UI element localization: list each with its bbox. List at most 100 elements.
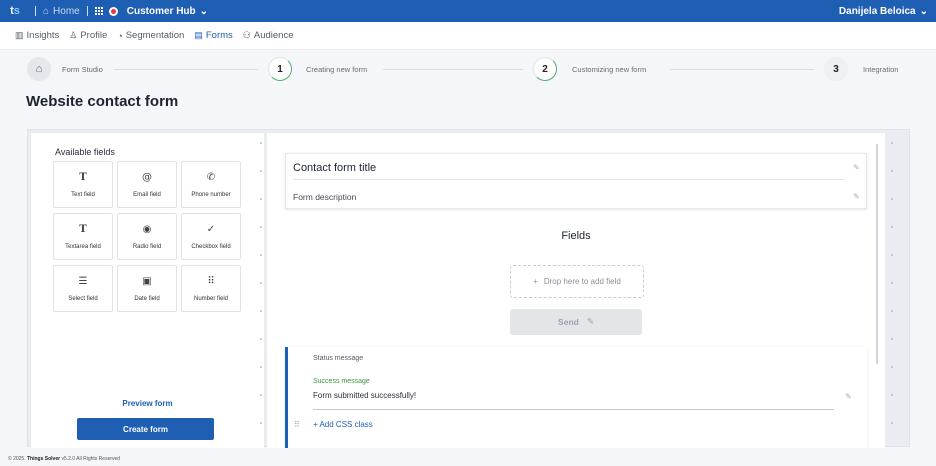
- form-canvas: Contact form title ✎ Form description ✎ …: [267, 133, 885, 448]
- textarea-field-option[interactable]: T Textarea field: [53, 213, 113, 260]
- footer-brand: Things Solver: [26, 456, 61, 462]
- nav-profile[interactable]: ♙ Profile: [69, 30, 107, 41]
- status-message-card: Status message Success message Form subm…: [285, 347, 867, 448]
- step-line: [383, 69, 523, 70]
- resize-handle[interactable]: [888, 130, 896, 445]
- user-menu[interactable]: Danijela Beloica ⌄: [839, 6, 928, 17]
- edit-icon[interactable]: ✎: [845, 392, 852, 401]
- app-logo[interactable]: ts: [8, 4, 22, 18]
- available-fields-title: Available fields: [55, 147, 115, 157]
- divider: [293, 179, 844, 180]
- nav-audience[interactable]: ⚇ Audience: [243, 30, 294, 41]
- field-option-label: Text field: [71, 192, 95, 198]
- edit-icon[interactable]: ✎: [853, 163, 860, 172]
- field-option-label: Checkbox field: [191, 244, 231, 250]
- bar-chart-icon: ▥: [15, 30, 24, 40]
- step-home-label: Form Studio: [62, 65, 103, 74]
- apps-grid-icon[interactable]: [94, 7, 103, 15]
- edit-icon[interactable]: ✎: [587, 317, 594, 327]
- clipboard-icon: ▤: [194, 30, 203, 40]
- add-css-class-link[interactable]: + Add CSS class: [313, 420, 373, 429]
- app-name: Customer Hub: [126, 5, 196, 17]
- field-option-label: Phone number: [191, 192, 231, 198]
- field-option-label: Number field: [193, 296, 228, 302]
- step-line: [670, 69, 814, 70]
- list-icon: ☰: [78, 276, 88, 287]
- send-label: Send: [558, 317, 579, 327]
- nav-label: Segmentation: [125, 30, 185, 41]
- checkbox-field-option[interactable]: ✓ Checkbox field: [181, 213, 241, 260]
- person-icon: ♙: [69, 30, 78, 40]
- calendar-icon: ▣: [142, 276, 152, 287]
- nav-label: Insights: [26, 30, 60, 41]
- divider: [35, 6, 36, 16]
- resize-handle[interactable]: [257, 130, 265, 445]
- app-switcher[interactable]: Customer Hub ⌄: [108, 5, 209, 17]
- success-message-label: Success message: [313, 378, 370, 385]
- textarea-icon: T: [79, 224, 87, 235]
- select-field-option[interactable]: ☰ Select field: [53, 265, 113, 312]
- footer: © 2025. Things Solver v5.2.0 All Rights …: [8, 456, 120, 462]
- divider: [86, 6, 88, 16]
- preview-form-link[interactable]: Preview form: [31, 399, 264, 408]
- nav-label: Profile: [80, 30, 108, 41]
- send-button[interactable]: Send ✎: [510, 309, 642, 335]
- text-field-option[interactable]: T Text field: [53, 161, 113, 208]
- step-3-circle: 3: [824, 57, 848, 81]
- drop-zone-label: Drop here to add field: [543, 277, 621, 286]
- pie-icon: ◔: [117, 30, 123, 41]
- form-header-card: Contact form title ✎ Form description ✎: [285, 153, 867, 209]
- step-1-label: Creating new form: [306, 65, 368, 74]
- chevron-down-icon: ⌄: [199, 5, 209, 17]
- scrollbar[interactable]: [876, 144, 878, 364]
- home-label: Home: [53, 5, 80, 17]
- plus-icon: +: [533, 277, 538, 286]
- keypad-icon: ⠿: [207, 276, 215, 287]
- fields-heading: Fields: [561, 230, 591, 242]
- at-icon: @: [142, 172, 152, 183]
- check-circle-icon: ✓: [206, 224, 216, 235]
- home-icon[interactable]: ⌂: [27, 57, 51, 81]
- field-option-label: Date field: [134, 296, 160, 302]
- field-option-label: Select field: [68, 296, 98, 302]
- status-message-label: Status message: [313, 355, 364, 362]
- drag-handle-icon[interactable]: ⠿: [294, 420, 300, 429]
- field-option-label: Textarea field: [65, 244, 101, 250]
- radio-icon: ◉: [142, 224, 152, 235]
- success-message-text[interactable]: Form submitted successfully!: [313, 391, 416, 400]
- text-icon: T: [79, 172, 87, 183]
- home-icon: ⌂: [43, 5, 50, 17]
- form-title[interactable]: Contact form title: [293, 162, 376, 174]
- date-field-option[interactable]: ▣ Date field: [117, 265, 177, 312]
- step-1-circle: 1: [268, 57, 292, 81]
- nav-label: Audience: [253, 30, 294, 41]
- nav-segmentation[interactable]: ◔ Segmentation: [117, 30, 184, 41]
- form-builder: Available fields T Text field @ Email fi…: [27, 129, 910, 448]
- create-form-button[interactable]: Create form: [77, 418, 214, 440]
- divider: [313, 409, 834, 410]
- page-title: Website contact form: [26, 93, 179, 110]
- step-2-label: Customizing new form: [572, 65, 647, 74]
- radio-field-option[interactable]: ◉ Radio field: [117, 213, 177, 260]
- field-option-label: Email field: [133, 192, 161, 198]
- nav-insights[interactable]: ▥ Insights: [15, 30, 59, 41]
- footer-suffix: v5.2.0 All Rights Reserved: [61, 456, 121, 462]
- step-2-circle: 2: [533, 57, 557, 81]
- form-description[interactable]: Form description: [293, 192, 356, 202]
- number-field-option[interactable]: ⠿ Number field: [181, 265, 241, 312]
- step-line: [114, 69, 258, 70]
- edit-icon[interactable]: ✎: [853, 192, 860, 201]
- field-option-label: Radio field: [132, 244, 162, 250]
- footer-prefix: © 2025.: [8, 456, 26, 462]
- phone-field-option[interactable]: ✆ Phone number: [181, 161, 241, 208]
- chevron-down-icon: ⌄: [919, 5, 928, 17]
- email-field-option[interactable]: @ Email field: [117, 161, 177, 208]
- home-link[interactable]: ⌂ Home: [43, 6, 80, 17]
- user-name: Danijela Beloica: [838, 5, 916, 17]
- people-icon: ⚇: [242, 30, 251, 40]
- nav-forms[interactable]: ▤ Forms: [194, 30, 232, 41]
- drop-zone[interactable]: + Drop here to add field: [510, 265, 644, 298]
- stepper: ⌂ Form Studio 1 Creating new form 2 Cust…: [0, 52, 936, 88]
- module-nav: ▥ Insights ♙ Profile ◔ Segmentation ▤ Forms …: [0, 22, 936, 50]
- app-icon: [108, 6, 118, 16]
